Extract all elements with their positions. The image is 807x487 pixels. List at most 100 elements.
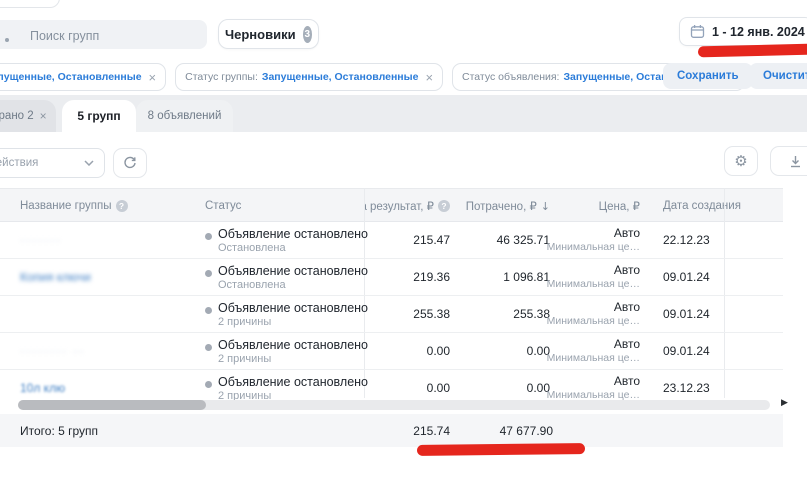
cost-per-result-value: 0.00 <box>427 344 450 358</box>
drafts-label: Черновики <box>225 27 296 42</box>
cost-per-result-value: 215.47 <box>413 233 450 247</box>
created-date: 09.01.24 <box>663 344 710 358</box>
price-detail: Минимальная це… <box>547 278 640 290</box>
status-text: Объявление остановлено <box>218 338 368 352</box>
table-row[interactable]: Копия ключи Объявление остановлено Остан… <box>0 259 783 296</box>
price-detail: Минимальная це… <box>547 241 640 253</box>
group-name-link[interactable]: ········ ·· <box>20 344 85 358</box>
status-text: Объявление остановлено <box>218 301 368 315</box>
status-text: Объявление остановлено <box>218 227 368 241</box>
settings-button[interactable]: ⚙ <box>724 146 758 176</box>
status-detail: 2 причины <box>218 353 271 365</box>
save-filters-button[interactable]: Сохранить <box>663 63 753 89</box>
price-detail: Минимальная це… <box>547 352 640 364</box>
chevron-down-icon <box>84 160 94 166</box>
download-icon <box>789 155 802 168</box>
status-text: Объявление остановлено <box>218 264 368 278</box>
clear-filters-button[interactable]: Очистить <box>749 63 807 89</box>
refresh-button[interactable] <box>113 148 147 178</box>
column-header-created[interactable]: Дата создания <box>663 189 741 223</box>
search-icon <box>5 38 9 42</box>
cost-per-result-value: 219.36 <box>413 270 450 284</box>
tab-ads[interactable]: 8 объявлений <box>136 100 233 132</box>
chip-value: Запущенные, Остановленные <box>262 71 419 83</box>
column-header-name[interactable]: Название группы ? <box>20 189 128 223</box>
spent-value: 255.38 <box>513 307 550 321</box>
created-date: 09.01.24 <box>663 307 710 321</box>
spent-total: 47 677.90 <box>500 424 553 438</box>
drafts-count-badge: 3 <box>303 26 312 43</box>
actions-select-label: Действия <box>0 157 38 169</box>
refresh-icon <box>123 156 137 170</box>
date-range-picker[interactable]: 1 - 12 янв. 2024 <box>679 17 807 46</box>
created-date: 22.12.23 <box>663 233 710 247</box>
filter-chip-group-status[interactable]: Статус группы: Запущенные, Остановленные… <box>175 63 443 91</box>
table-totals-row: Итого: 5 групп 215.74 47 677.90 <box>0 414 783 447</box>
column-label: Дата создания <box>663 200 741 212</box>
spent-value: 1 096.81 <box>503 270 550 284</box>
chip-label: Статус группы: <box>185 71 258 83</box>
totals-label: Итого: 5 групп <box>20 424 98 438</box>
created-date: 09.01.24 <box>663 270 710 284</box>
close-icon[interactable]: × <box>40 109 47 123</box>
group-name-link[interactable]: 10л клю <box>20 381 65 395</box>
cost-per-result-total: 215.74 <box>413 424 450 438</box>
column-label: Потрачено, ₽ <box>466 199 537 213</box>
table-row[interactable]: ······· Объявление остановлено Остановле… <box>0 222 783 259</box>
status-detail: Остановлена <box>218 279 286 291</box>
table-row[interactable]: ········ ·· Объявление остановлено 2 при… <box>0 333 783 370</box>
price-value: Авто <box>614 374 640 388</box>
group-name-link[interactable]: ······· <box>20 233 62 247</box>
column-header-spent[interactable]: Потрачено, ₽ ↓ <box>420 189 550 223</box>
group-search-field[interactable] <box>0 20 207 49</box>
price-value: Авто <box>614 263 640 277</box>
price-detail: Минимальная це… <box>547 315 640 327</box>
chip-label: Статус объявления: <box>462 71 559 83</box>
status-dot-icon <box>205 270 212 277</box>
status-detail: 2 причины <box>218 316 271 328</box>
tab-label: 5 групп <box>77 109 120 123</box>
popup-edge-fragment <box>0 0 60 8</box>
tab-groups[interactable]: 5 групп <box>62 100 136 132</box>
gear-icon: ⚙ <box>734 152 747 170</box>
filter-chip-campaign-status[interactable]: Запущенные, Остановленные × <box>0 63 166 91</box>
table-row[interactable]: 10л клю Объявление остановлено 2 причины… <box>0 370 783 398</box>
column-header-price[interactable]: Цена, ₽ <box>560 189 640 223</box>
cost-per-result-value: 255.38 <box>413 307 450 321</box>
red-marker-annotation-date <box>698 44 807 58</box>
price-value: Авто <box>614 226 640 240</box>
table-row[interactable]: Объявление остановлено 2 причины 255.38 … <box>0 296 783 333</box>
help-icon[interactable]: ? <box>116 200 128 212</box>
column-label: Цена, ₽ <box>599 199 640 213</box>
horizontal-scrollbar-thumb[interactable] <box>18 400 206 410</box>
price-value: Авто <box>614 300 640 314</box>
search-input[interactable] <box>28 20 202 51</box>
column-header-status[interactable]: Статус <box>205 189 241 223</box>
actions-select[interactable]: Действия <box>0 148 105 178</box>
status-text: Объявление остановлено <box>218 375 368 389</box>
filter-chip-row: Запущенные, Остановленные × Статус групп… <box>0 63 745 91</box>
created-date: 23.12.23 <box>663 381 710 395</box>
cost-per-result-value: 0.00 <box>427 381 450 395</box>
close-icon[interactable]: × <box>149 70 157 85</box>
status-dot-icon <box>205 344 212 351</box>
status-dot-icon <box>205 233 212 240</box>
close-icon[interactable]: × <box>425 70 433 85</box>
export-button[interactable] <box>770 146 807 176</box>
red-marker-annotation-totals <box>417 443 585 456</box>
status-dot-icon <box>205 381 212 388</box>
status-dot-icon <box>205 307 212 314</box>
calendar-icon <box>690 24 705 39</box>
scroll-right-arrow-icon[interactable]: ▶ <box>781 398 788 408</box>
drafts-button[interactable]: Черновики 3 <box>218 19 319 49</box>
tab-label: 8 объявлений <box>148 110 222 122</box>
sort-desc-icon[interactable]: ↓ <box>541 200 550 213</box>
tab-selected-items[interactable]: Выбрано 2 × <box>0 100 56 132</box>
table-header: Название группы ? Статус Цена за результ… <box>0 188 783 222</box>
date-range-label: 1 - 12 янв. 2024 <box>712 25 805 39</box>
group-name-link[interactable]: Копия ключи <box>20 270 91 284</box>
tab-label: Выбрано 2 <box>0 110 34 122</box>
price-value: Авто <box>614 337 640 351</box>
ads-manager-screen: Черновики 3 1 - 12 янв. 2024 Запущенные,… <box>0 0 807 487</box>
chip-value: Запущенные, Остановленные <box>0 71 142 83</box>
